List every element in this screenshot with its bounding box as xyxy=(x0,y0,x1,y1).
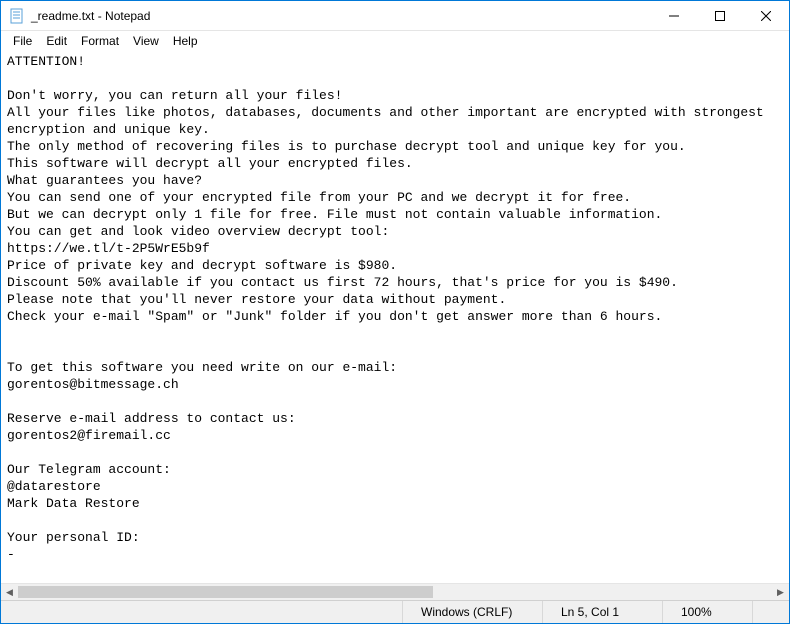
window-controls xyxy=(651,1,789,30)
editor-area: ATTENTION! Don't worry, you can return a… xyxy=(1,51,789,600)
scroll-track[interactable] xyxy=(18,584,772,600)
scroll-left-button[interactable]: ◀ xyxy=(1,584,18,600)
menubar: File Edit Format View Help xyxy=(1,31,789,51)
scroll-thumb[interactable] xyxy=(18,586,433,598)
status-spacer xyxy=(752,601,789,623)
text-editor[interactable]: ATTENTION! Don't worry, you can return a… xyxy=(1,51,789,583)
titlebar: _readme.txt - Notepad xyxy=(1,1,789,31)
status-position: Ln 5, Col 1 xyxy=(542,601,662,623)
status-zoom: 100% xyxy=(662,601,752,623)
notepad-window: _readme.txt - Notepad File Edit Format V… xyxy=(0,0,790,624)
horizontal-scrollbar[interactable]: ◀ ▶ xyxy=(1,583,789,600)
menu-edit[interactable]: Edit xyxy=(40,33,73,49)
menu-view[interactable]: View xyxy=(127,33,165,49)
menu-file[interactable]: File xyxy=(7,33,38,49)
window-title: _readme.txt - Notepad xyxy=(31,9,651,23)
menu-help[interactable]: Help xyxy=(167,33,204,49)
scroll-right-button[interactable]: ▶ xyxy=(772,584,789,600)
close-button[interactable] xyxy=(743,1,789,31)
status-encoding: Windows (CRLF) xyxy=(402,601,542,623)
menu-format[interactable]: Format xyxy=(75,33,125,49)
statusbar: Windows (CRLF) Ln 5, Col 1 100% xyxy=(1,600,789,623)
maximize-button[interactable] xyxy=(697,1,743,31)
minimize-button[interactable] xyxy=(651,1,697,31)
notepad-icon xyxy=(9,8,25,24)
